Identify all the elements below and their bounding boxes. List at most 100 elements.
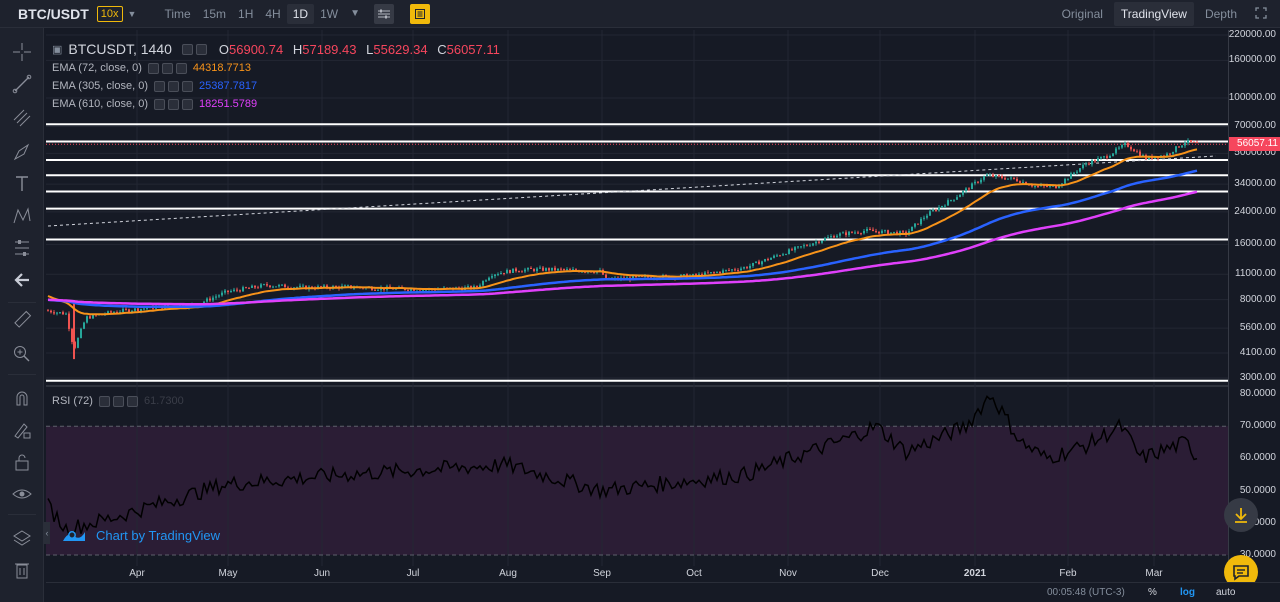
price-chart[interactable] <box>46 30 1228 582</box>
text-tool-icon[interactable] <box>10 172 34 196</box>
eye-toggle-icon[interactable] <box>154 80 165 92</box>
candle-body <box>566 269 568 271</box>
timeframe-dropdown-icon[interactable]: ▼ <box>350 8 360 19</box>
crosshair-icon[interactable] <box>10 40 34 64</box>
back-arrow-icon[interactable] <box>10 268 34 292</box>
fib-tool-icon[interactable] <box>10 106 34 130</box>
chevron-down-icon[interactable]: ▼ <box>128 9 137 19</box>
settings-icon[interactable] <box>195 43 207 55</box>
settings-icon[interactable] <box>112 395 124 407</box>
candle-body <box>1010 177 1012 179</box>
collapse-toolbar-icon[interactable]: ‹ <box>44 522 50 544</box>
eye-toggle-icon[interactable] <box>98 395 110 407</box>
layers-icon[interactable] <box>10 526 34 550</box>
eye-toggle-icon[interactable] <box>181 43 193 55</box>
pattern-tool-icon[interactable] <box>10 204 34 228</box>
candle-body <box>1112 153 1114 156</box>
timeframe-time[interactable]: Time <box>158 4 196 24</box>
timeframe-15m[interactable]: 15m <box>197 4 232 24</box>
candle-body <box>593 272 595 274</box>
view-depth[interactable]: Depth <box>1198 2 1244 26</box>
eye-icon[interactable] <box>10 482 34 506</box>
candle-body <box>545 268 547 271</box>
candle-body <box>527 267 529 270</box>
candle-body <box>1073 172 1075 174</box>
close-icon[interactable] <box>175 62 187 74</box>
candle-body <box>260 284 262 288</box>
zoom-in-icon[interactable] <box>10 342 34 366</box>
candle-body <box>1031 185 1033 187</box>
candle-body <box>506 270 508 274</box>
candle-body <box>962 191 964 195</box>
close-icon[interactable] <box>126 395 138 407</box>
rsi-tick-label: 60.0000 <box>1239 452 1276 464</box>
notes-icon[interactable] <box>409 3 430 24</box>
indicator-settings-icon[interactable] <box>373 3 394 24</box>
fullscreen-icon[interactable] <box>1248 2 1274 27</box>
candle-body <box>815 241 817 244</box>
settings-icon[interactable] <box>161 62 173 74</box>
prediction-tool-icon[interactable] <box>10 236 34 260</box>
timeframe-1d[interactable]: 1D <box>286 3 315 24</box>
candle-body <box>1136 151 1138 153</box>
symbol-label[interactable]: BTC/USDT <box>18 6 89 22</box>
ema610-value: 18251.5789 <box>199 98 258 110</box>
candle-body <box>1106 156 1108 158</box>
candle-body <box>521 271 523 273</box>
collapse-legend-icon[interactable]: ▣ <box>52 43 62 56</box>
candle-body <box>59 312 61 314</box>
candle-body <box>77 337 79 348</box>
candle-body <box>776 255 778 257</box>
trash-icon[interactable] <box>10 558 34 582</box>
candle-body <box>1184 143 1186 146</box>
eye-toggle-icon[interactable] <box>154 98 165 110</box>
candle-body <box>245 287 247 289</box>
close-icon[interactable] <box>182 80 193 92</box>
candle-body <box>749 265 751 269</box>
candle-body <box>548 268 550 271</box>
candle-body <box>869 228 871 230</box>
candle-body <box>497 274 499 276</box>
auto-toggle[interactable]: auto <box>1216 587 1235 598</box>
candle-body <box>1181 145 1183 148</box>
close-icon[interactable] <box>182 98 193 110</box>
candle-body <box>767 259 769 261</box>
eye-toggle-icon[interactable] <box>147 62 159 74</box>
settings-icon[interactable] <box>168 98 179 110</box>
candle-body <box>863 230 865 234</box>
ruler-icon[interactable] <box>10 308 34 332</box>
log-toggle[interactable]: log <box>1180 587 1195 598</box>
candle-body <box>476 286 478 288</box>
candle-body <box>1082 164 1084 169</box>
candle-body <box>143 308 145 310</box>
candle-body <box>992 174 994 177</box>
percent-toggle[interactable]: % <box>1148 587 1157 598</box>
candle-body <box>953 199 955 201</box>
tradingview-watermark[interactable]: Chart by TradingView <box>62 527 220 543</box>
timeframe-1w[interactable]: 1W <box>314 4 344 24</box>
candle-body <box>1046 185 1048 187</box>
trend-line-icon[interactable] <box>10 72 34 96</box>
candle-body <box>1133 149 1135 152</box>
lock-pen-icon[interactable] <box>10 418 34 442</box>
time-axis[interactable]: Apr May Jun Jul Aug Sep Oct Nov Dec 2021 Feb Mar <box>46 566 1228 582</box>
brush-icon[interactable] <box>10 140 34 164</box>
timeframe-1h[interactable]: 1H <box>232 4 259 24</box>
timeframe-4h[interactable]: 4H <box>259 4 286 24</box>
candle-body <box>284 284 286 288</box>
leverage-badge[interactable]: 10x <box>96 5 123 22</box>
view-original[interactable]: Original <box>1055 2 1110 26</box>
view-tradingview[interactable]: TradingView <box>1113 2 1194 26</box>
time-tick-label: Feb <box>1059 568 1077 579</box>
candle-body <box>893 231 895 233</box>
price-tick-label: 24000.00 <box>1234 205 1276 217</box>
scroll-to-latest-icon[interactable] <box>1224 498 1258 532</box>
lock-icon[interactable] <box>10 450 34 474</box>
magnet-icon[interactable] <box>10 386 34 410</box>
time-tick-label: 2021 <box>963 568 987 579</box>
candle-body <box>947 200 949 206</box>
candle-body <box>407 289 409 291</box>
ema610-label: EMA (610, close, 0) <box>52 98 148 110</box>
candle-body <box>743 267 745 269</box>
settings-icon[interactable] <box>168 80 179 92</box>
